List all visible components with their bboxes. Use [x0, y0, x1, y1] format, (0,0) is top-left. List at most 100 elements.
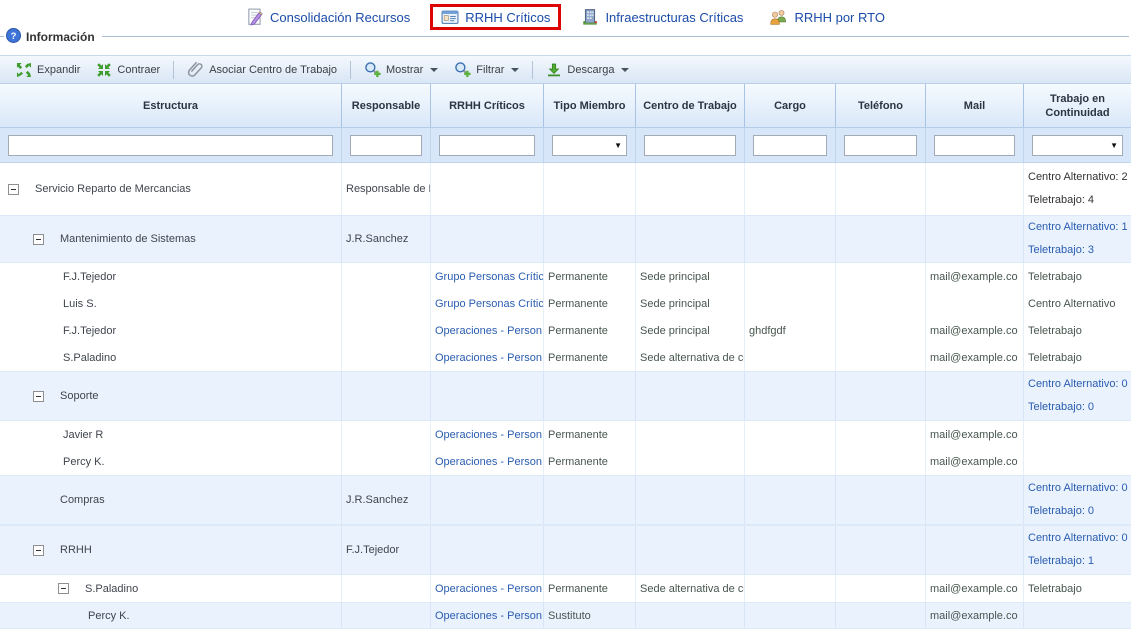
- collapse-node-icon[interactable]: [33, 391, 44, 402]
- cell-rrhh[interactable]: Operaciones - Person: [430, 317, 543, 344]
- table-row[interactable]: ComprasJ.R.SanchezCentro Alternativo: 0T…: [0, 475, 1131, 525]
- cell-tipo: [543, 476, 635, 524]
- column-header-tipo[interactable]: Tipo Miembro: [543, 84, 635, 127]
- estructura-label: RRHH: [60, 544, 92, 556]
- chevron-down-icon: [430, 68, 438, 72]
- table-row[interactable]: Luis S.Grupo Personas CríticPermanenteSe…: [0, 290, 1131, 317]
- asociar-centro-de-trabajo-button[interactable]: Asociar Centro de Trabajo: [179, 59, 345, 81]
- table-row[interactable]: S.PaladinoOperaciones - PersonPermanente…: [0, 575, 1131, 602]
- cell-estructura: RRHH: [0, 526, 341, 574]
- cell-mail: mail@example.co: [925, 575, 1023, 602]
- table-row[interactable]: RRHHF.J.TejedorCentro Alternativo: 0Tele…: [0, 525, 1131, 575]
- grid-body: Servicio Reparto de MercanciasResponsabl…: [0, 163, 1131, 629]
- column-header-estructura[interactable]: Estructura: [0, 84, 341, 127]
- filter-input-estructura[interactable]: [8, 135, 333, 156]
- table-row[interactable]: F.J.TejedorGrupo Personas CríticPermanen…: [0, 263, 1131, 290]
- cell-responsable: [341, 290, 430, 317]
- filter-cell-continuidad: ▼: [1023, 128, 1131, 162]
- collapse-node-icon[interactable]: [33, 234, 44, 245]
- estructura-label: Javier R: [63, 429, 103, 441]
- table-row[interactable]: Percy K.Operaciones - PersonSustitutomai…: [0, 602, 1131, 629]
- table-row[interactable]: SoporteCentro Alternativo: 0Teletrabajo:…: [0, 371, 1131, 421]
- filter-input-telefono[interactable]: [844, 135, 917, 156]
- cell-responsable: [341, 372, 430, 420]
- collapse-node-icon[interactable]: [8, 184, 19, 195]
- search-plus-icon: [454, 61, 471, 78]
- cell-mail: mail@example.co: [925, 421, 1023, 448]
- filter-select-tipo[interactable]: ▼: [552, 135, 627, 156]
- cell-telefono: [835, 575, 925, 602]
- filter-select-continuidad[interactable]: ▼: [1032, 135, 1123, 156]
- tab-consolidaci-n-recursos[interactable]: Consolidación Recursos: [240, 5, 416, 29]
- column-header-cargo[interactable]: Cargo: [744, 84, 835, 127]
- column-header-telefono[interactable]: Teléfono: [835, 84, 925, 127]
- table-row[interactable]: Percy K.Operaciones - PersonPermanentema…: [0, 448, 1131, 475]
- section-divider: [0, 36, 1129, 37]
- filter-input-centro[interactable]: [644, 135, 736, 156]
- continuidad-line: Centro Alternativo: 2: [1028, 166, 1128, 189]
- continuidad-line: Teletrabajo: 3: [1028, 239, 1094, 262]
- filter-cell-centro: [635, 128, 744, 162]
- grid-filter-row: ▼▼: [0, 128, 1131, 163]
- expandir-button[interactable]: Expandir: [8, 59, 88, 81]
- cell-mail: [925, 290, 1023, 317]
- tab-infraestructuras-cr-ticas[interactable]: Infraestructuras Críticas: [575, 5, 749, 29]
- cell-mail: [925, 526, 1023, 574]
- tab-rrhh-cr-ticos[interactable]: RRHH Críticos: [430, 4, 561, 30]
- column-header-continuidad[interactable]: Trabajo en Continuidad: [1023, 84, 1131, 127]
- cell-mail: mail@example.co: [925, 317, 1023, 344]
- collapse-node-icon[interactable]: [33, 545, 44, 556]
- column-header-mail[interactable]: Mail: [925, 84, 1023, 127]
- tab-label: RRHH por RTO: [794, 10, 885, 25]
- table-row[interactable]: S.PaladinoOperaciones - PersonPermanente…: [0, 344, 1131, 371]
- filter-input-cargo[interactable]: [753, 135, 827, 156]
- filtrar-button[interactable]: Filtrar: [446, 59, 527, 81]
- toolbar-button-label: Mostrar: [386, 64, 423, 76]
- cell-cargo: [744, 526, 835, 574]
- column-header-centro[interactable]: Centro de Trabajo: [635, 84, 744, 127]
- table-row[interactable]: F.J.TejedorOperaciones - PersonPermanent…: [0, 317, 1131, 344]
- toolbar-button-label: Asociar Centro de Trabajo: [209, 64, 337, 76]
- continuidad-line: Teletrabajo: [1028, 325, 1082, 337]
- cell-centro: Sede principal: [635, 263, 744, 290]
- cell-tipo: Permanente: [543, 317, 635, 344]
- continuidad-line: Teletrabajo: 0: [1028, 500, 1094, 523]
- contraer-button[interactable]: Contraer: [88, 59, 168, 81]
- toolbar-button-label: Contraer: [117, 64, 160, 76]
- cell-rrhh[interactable]: Operaciones - Person: [430, 575, 543, 602]
- column-header-responsable[interactable]: Responsable: [341, 84, 430, 127]
- cell-rrhh[interactable]: Operaciones - Person: [430, 421, 543, 448]
- table-row[interactable]: Mantenimiento de SistemasJ.R.SanchezCent…: [0, 215, 1131, 263]
- cell-telefono: [835, 344, 925, 371]
- collapse-node-icon[interactable]: [58, 583, 69, 594]
- toolbar-separator: [532, 61, 533, 79]
- filter-input-rrhh[interactable]: [439, 135, 535, 156]
- cell-rrhh[interactable]: Operaciones - Person: [430, 344, 543, 371]
- cell-centro: [635, 372, 744, 420]
- cell-rrhh[interactable]: Grupo Personas Crític: [430, 263, 543, 290]
- svg-text:?: ?: [11, 31, 17, 42]
- cell-rrhh[interactable]: Operaciones - Person: [430, 448, 543, 475]
- tab-rrhh-por-rto[interactable]: RRHH por RTO: [763, 6, 891, 29]
- cell-continuidad: Centro Alternativo: 0Teletrabajo: 0: [1023, 476, 1131, 524]
- filter-input-responsable[interactable]: [350, 135, 422, 156]
- help-icon-slot: ?: [6, 28, 21, 46]
- cell-cargo: [744, 263, 835, 290]
- table-row[interactable]: Servicio Reparto de MercanciasResponsabl…: [0, 163, 1131, 215]
- mostrar-button[interactable]: Mostrar: [356, 59, 446, 81]
- expand-icon: [16, 62, 32, 78]
- cell-rrhh[interactable]: Operaciones - Person: [430, 603, 543, 628]
- cell-responsable: [341, 603, 430, 628]
- table-row[interactable]: Javier ROperaciones - PersonPermanentema…: [0, 421, 1131, 448]
- cell-rrhh: [430, 216, 543, 262]
- people-icon: [769, 9, 788, 26]
- cell-tipo: Sustituto: [543, 603, 635, 628]
- column-header-rrhh[interactable]: RRHH Críticos: [430, 84, 543, 127]
- filter-input-mail[interactable]: [934, 135, 1015, 156]
- cell-responsable: [341, 317, 430, 344]
- rrhh-criticos-screen: Consolidación Recursos RRHH Críticos Infra…: [0, 0, 1131, 629]
- cell-estructura: Compras: [0, 476, 341, 524]
- filter-cell-mail: [925, 128, 1023, 162]
- cell-rrhh[interactable]: Grupo Personas Crític: [430, 290, 543, 317]
- descarga-button[interactable]: Descarga: [538, 59, 637, 81]
